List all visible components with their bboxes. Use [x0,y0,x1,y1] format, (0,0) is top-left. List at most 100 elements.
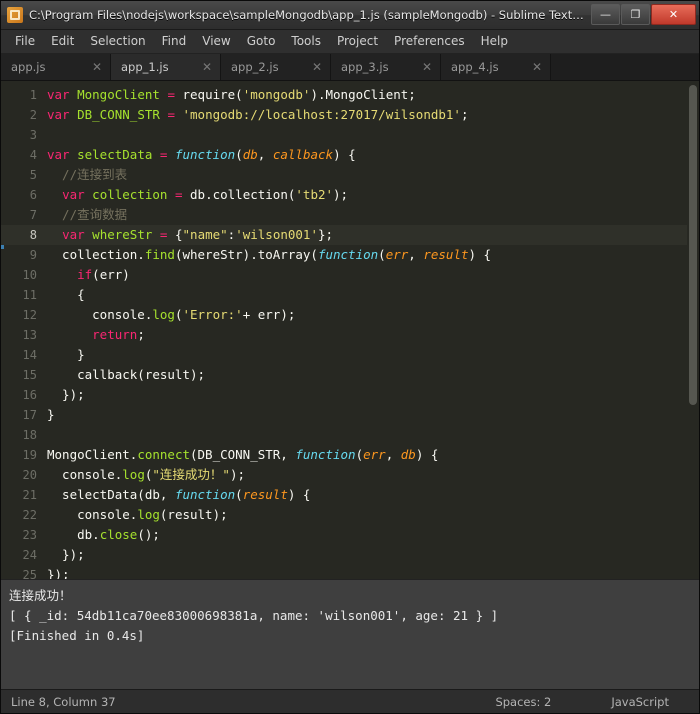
line-content: collection.find(whereStr).toArray(functi… [47,247,492,263]
code-line: 16 }); [1,385,699,405]
line-number: 6 [29,188,37,203]
minimize-button[interactable]: — [591,4,620,26]
tab-app-4-js[interactable]: app_4.js ✕ [441,54,551,81]
close-icon: ✕ [668,8,679,22]
tab-app-1-js[interactable]: app_1.js ✕ [111,54,221,81]
console-line: 连接成功！ [9,587,72,603]
menu-item-edit[interactable]: Edit [43,31,82,51]
line-content: }); [47,387,85,403]
line-number: 11 [22,288,37,303]
code-line: 18 [1,425,699,445]
code-line: 13 return; [1,325,699,345]
code-line: 6 var collection = db.collection('tb2'); [1,185,699,205]
line-number: 1 [29,88,37,103]
line-content: //连接到表 [47,167,128,183]
menu-item-help[interactable]: Help [473,31,516,51]
menu-item-goto[interactable]: Goto [239,31,284,51]
window-title: C:\Program Files\nodejs\workspace\sample… [29,7,584,22]
close-button[interactable]: ✕ [651,4,696,26]
code-line: 4 var selectData = function(db, callback… [1,145,699,165]
line-number: 12 [22,308,37,323]
tab-app-2-js[interactable]: app_2.js ✕ [221,54,331,81]
code-line: 17 } [1,405,699,425]
tab-close-icon[interactable]: ✕ [92,60,102,74]
line-number: 13 [22,328,37,343]
indentation-setting[interactable]: Spaces: 2 [495,695,551,709]
line-content: }); [47,547,85,563]
code-line: 19 MongoClient.connect(DB_CONN_STR, func… [1,445,699,465]
line-number: 18 [22,428,37,443]
code-line: 10 if(err) [1,265,699,285]
line-content: var DB_CONN_STR = 'mongodb://localhost:2… [47,107,469,123]
line-content: db.close(); [47,527,160,543]
console-line: [Finished in 0.4s] [9,627,145,643]
tab-close-icon[interactable]: ✕ [202,60,212,74]
line-content: MongoClient.connect(DB_CONN_STR, functio… [47,447,439,463]
menu-item-project[interactable]: Project [329,31,386,51]
line-content: console.log(result); [47,507,228,523]
code-line: 11 { [1,285,699,305]
syntax-mode[interactable]: JavaScript [611,695,669,709]
code-line-active: 8 var whereStr = {"name":'wilson001'}; [1,225,699,246]
line-number: 17 [22,408,37,423]
line-number: 14 [22,348,37,363]
line-content: } [47,347,85,363]
line-number: 10 [22,268,37,283]
code-line: 5 //连接到表 [1,165,699,185]
title-bar: C:\Program Files\nodejs\workspace\sample… [1,1,699,30]
code-line: 22 console.log(result); [1,505,699,525]
code-line: 1 var MongoClient = require('mongodb').M… [1,85,699,105]
line-content: if(err) [77,267,130,283]
code-line: 14 } [1,345,699,365]
code-line: 24 }); [1,545,699,565]
line-content [47,425,699,445]
code-line: 15 callback(result); [1,365,699,385]
menu-item-preferences[interactable]: Preferences [386,31,473,51]
line-number: 9 [29,248,37,263]
line-number: 21 [22,488,37,503]
tab-label: app_1.js [121,60,169,75]
code-line: 23 db.close(); [1,525,699,545]
tab-label: app.js [11,60,46,75]
line-content: console.log("连接成功！"); [47,467,245,483]
code-line: 7 //查询数据 [1,205,699,225]
code-editor[interactable]: 1 var MongoClient = require('mongodb').M… [1,81,699,579]
tab-app-3-js[interactable]: app_3.js ✕ [331,54,441,81]
sublime-text-window: C:\Program Files\nodejs\workspace\sample… [0,0,700,714]
tab-close-icon[interactable]: ✕ [312,60,322,74]
line-number: 7 [29,208,37,223]
menu-bar: File Edit Selection Find View Goto Tools… [1,29,699,55]
line-content: var MongoClient = require('mongodb').Mon… [47,87,416,103]
menu-item-find[interactable]: Find [154,31,195,51]
line-number: 24 [22,548,37,563]
tab-label: app_3.js [341,60,389,75]
code-line: 21 selectData(db, function(result) { [1,485,699,505]
code-line: 9 collection.find(whereStr).toArray(func… [1,245,699,265]
tab-bar: app.js ✕ app_1.js ✕ app_2.js ✕ app_3.js … [1,54,699,82]
code-area[interactable]: 1 var MongoClient = require('mongodb').M… [1,81,699,579]
scrollbar-thumb[interactable] [689,85,697,406]
window-controls: — ❐ ✕ [591,1,699,29]
tab-app-js[interactable]: app.js ✕ [1,54,111,81]
line-content: } [47,407,55,423]
cursor-position: Line 8, Column 37 [11,694,116,709]
menu-item-file[interactable]: File [7,31,43,51]
menu-item-view[interactable]: View [194,31,238,51]
line-content [47,125,699,145]
menu-item-tools[interactable]: Tools [283,31,329,51]
console-line: [ { _id: 54db11ca70ee83000698381a, name:… [9,607,499,623]
tab-close-icon[interactable]: ✕ [422,60,432,74]
line-number: 5 [29,168,37,183]
menu-item-selection[interactable]: Selection [82,31,153,51]
line-content: var selectData = function(db, callback) … [47,147,356,163]
line-content: return; [92,327,145,343]
line-content: var collection = db.collection('tb2'); [62,187,349,203]
line-number: 3 [29,128,37,143]
line-content: //查询数据 [47,207,128,223]
maximize-button[interactable]: ❐ [621,4,650,26]
code-line: 25 }); [1,565,699,578]
line-number: 20 [22,468,37,483]
line-number: 8 [29,228,37,243]
tab-close-icon[interactable]: ✕ [532,60,542,74]
editor-vertical-scrollbar[interactable] [687,81,699,579]
